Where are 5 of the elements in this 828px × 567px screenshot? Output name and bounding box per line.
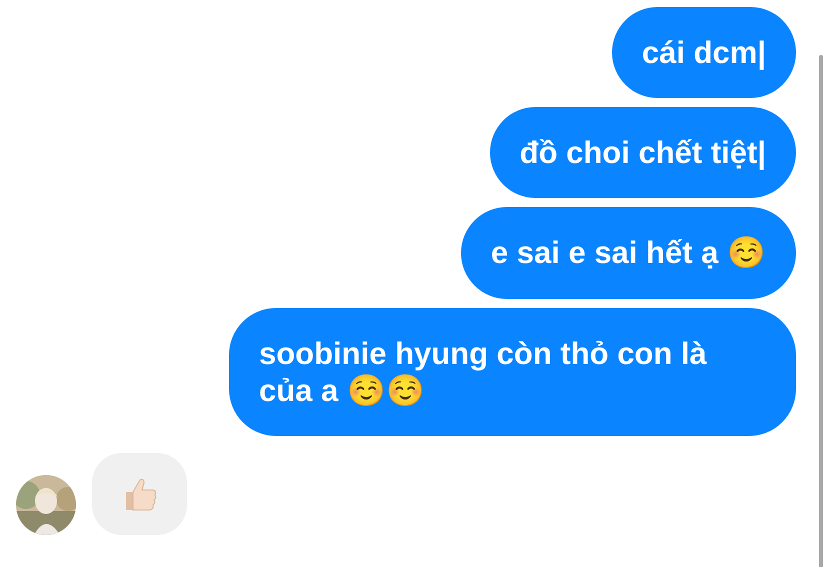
message-bubble: soobinie hyung còn thỏ con là của a ☺☺ xyxy=(229,308,796,436)
message-bubble: e sai e sai hết ạ ☺ xyxy=(460,207,796,299)
message-bubble: cái dcm| xyxy=(612,7,796,98)
scrollbar[interactable] xyxy=(819,55,823,567)
message-bubble: đồ choi chết tiệt| xyxy=(490,107,796,198)
